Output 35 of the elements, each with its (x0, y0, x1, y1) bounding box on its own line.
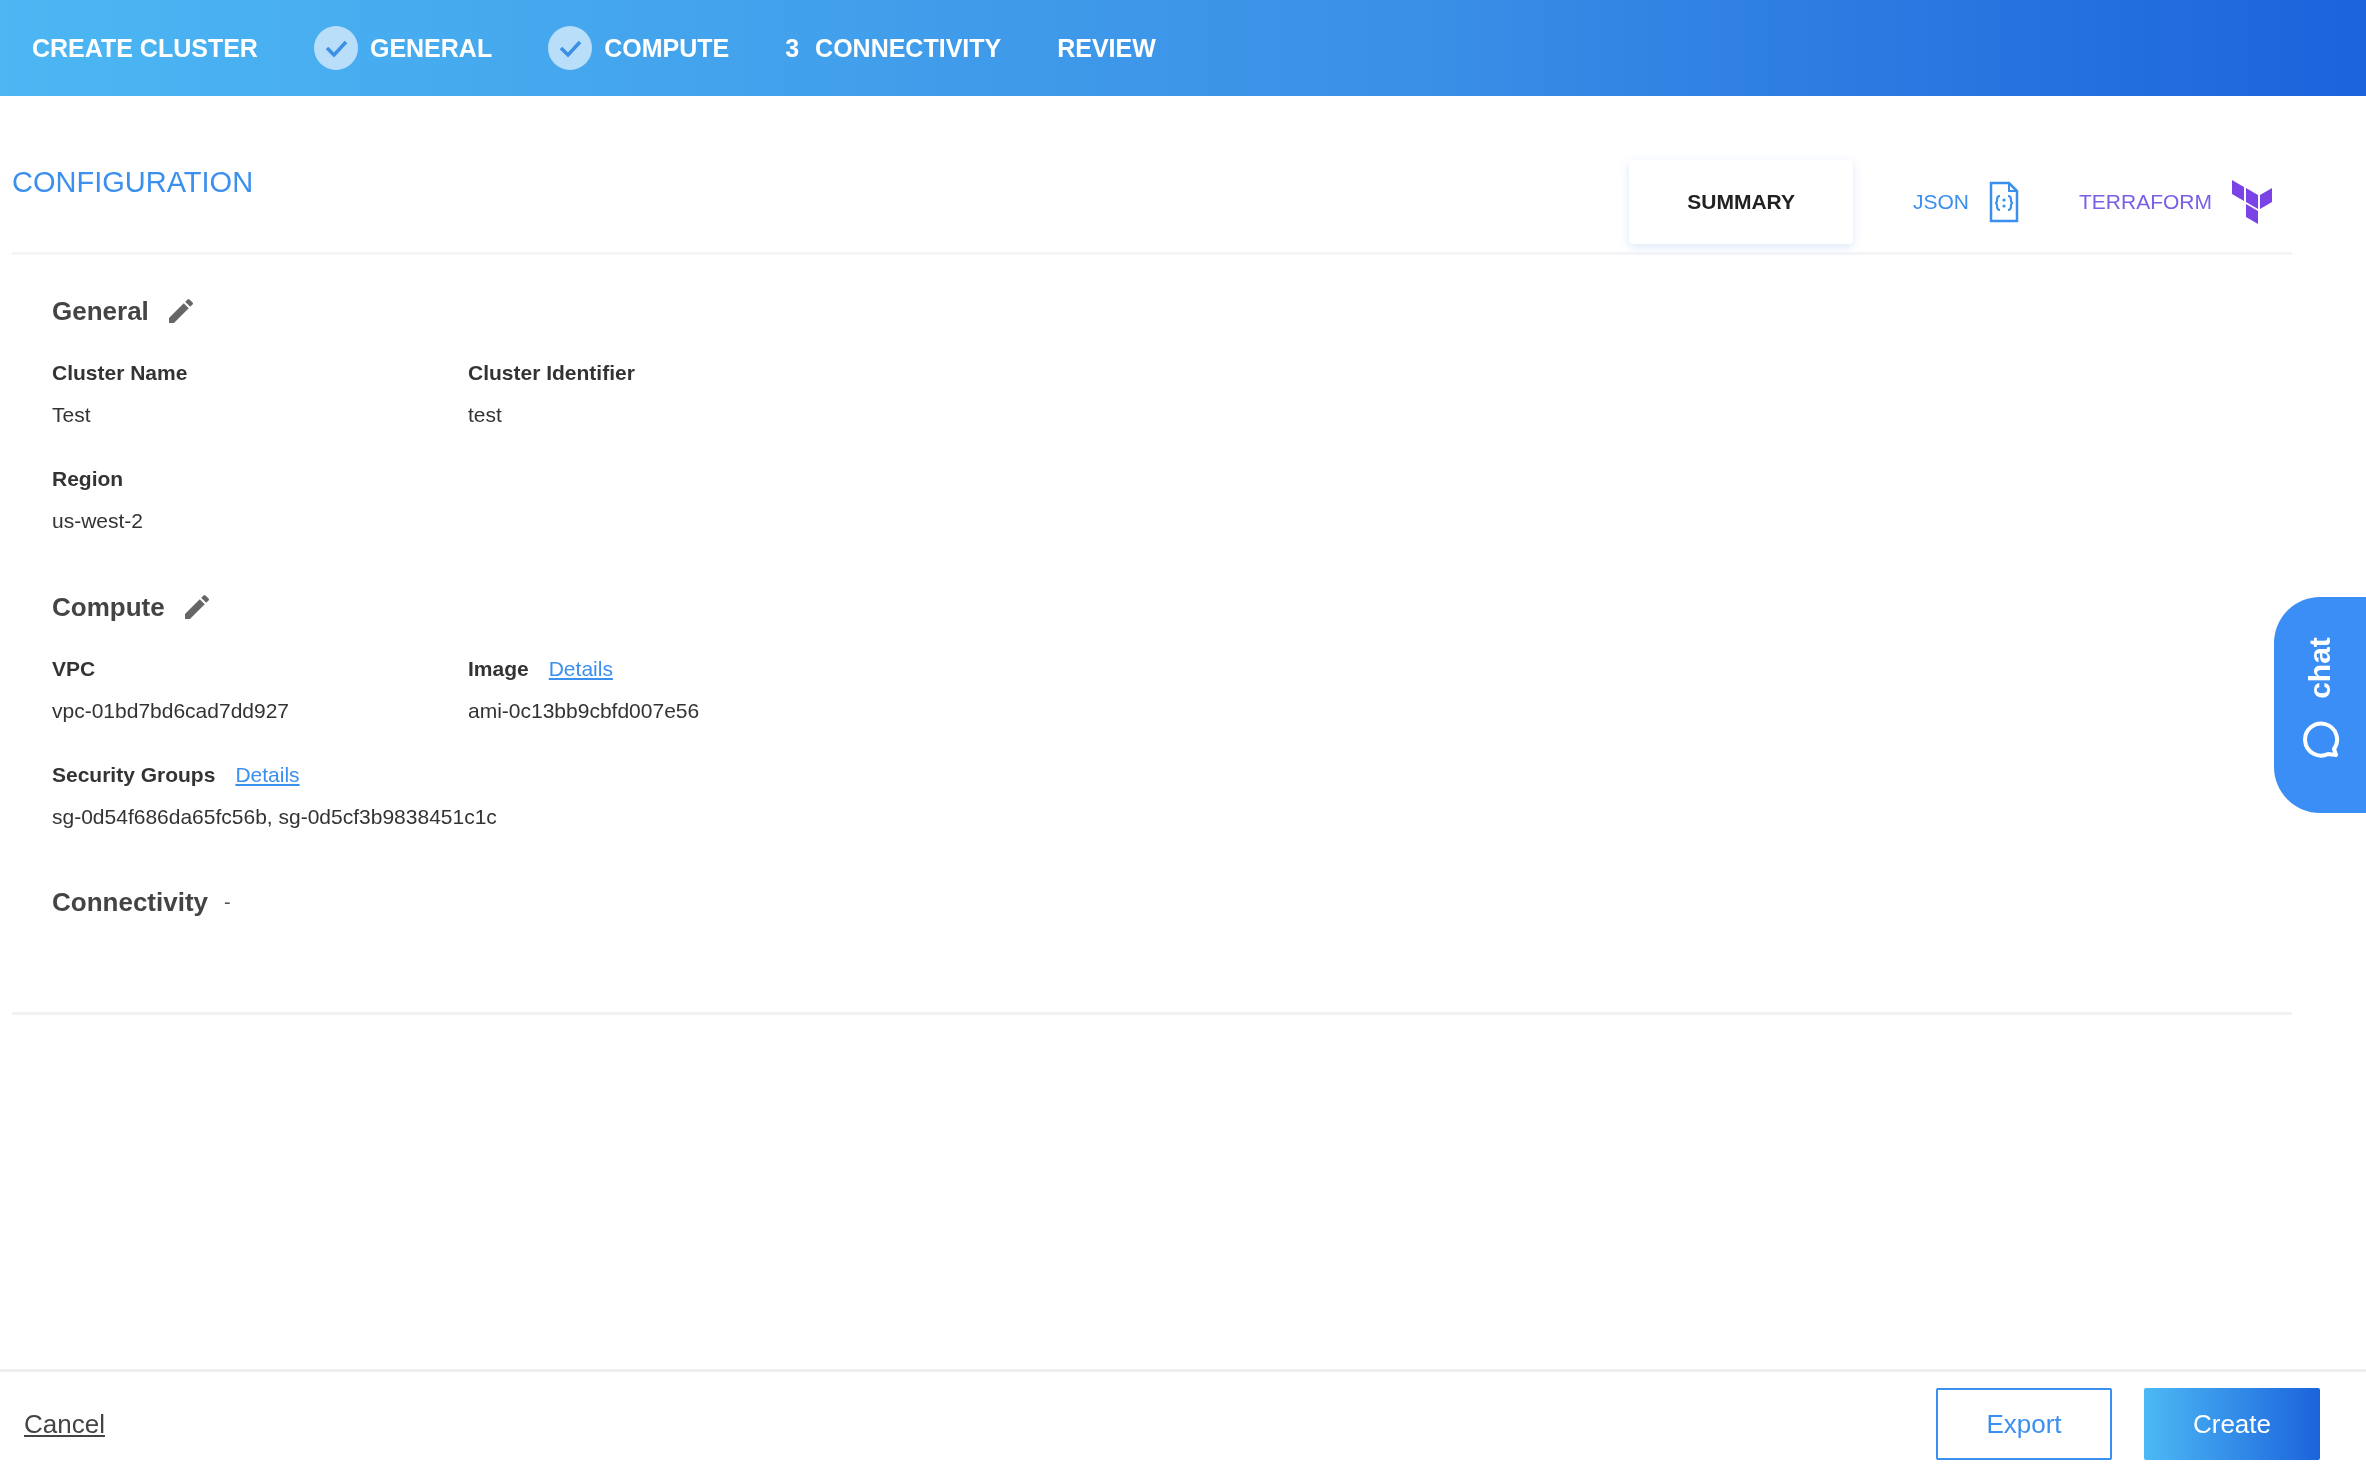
empty-note: - (224, 891, 231, 914)
details-link[interactable]: Details (235, 763, 300, 787)
field-label: Cluster Name (52, 361, 188, 385)
check-icon (313, 26, 358, 70)
step-label[interactable]: COMPUTE (604, 33, 730, 63)
step-number: 3 (785, 33, 800, 63)
json-file-icon (1989, 181, 2019, 223)
step-label[interactable]: REVIEW (1057, 33, 1156, 63)
view-tab[interactable]: SUMMARY (1629, 160, 1853, 244)
field-label: Image (468, 657, 529, 681)
field-value: sg-0d54f686da65fc56b, sg-0d5cf3b9838451c1c (52, 805, 498, 829)
chat-bubble-icon (2300, 719, 2340, 759)
check-icon (548, 26, 593, 70)
field-label: Region (52, 467, 124, 491)
section-heading: Connectivity (52, 887, 209, 918)
step-label[interactable]: CONNECTIVITY (815, 33, 1002, 63)
details-link[interactable]: Details (548, 657, 613, 681)
create-button[interactable]: Create (2144, 1388, 2320, 1460)
field-value: test (468, 403, 503, 427)
wizard-title: CREATE CLUSTER (32, 33, 258, 63)
section-title: CONFIGURATION (12, 166, 254, 199)
field-label: Security Groups (52, 763, 216, 787)
chat-button[interactable]: chat (2274, 597, 2366, 813)
field-value: Test (52, 403, 92, 427)
export-button[interactable]: Export (1936, 1388, 2112, 1460)
section-heading: General (52, 295, 149, 327)
field-label: Cluster Identifier (468, 361, 635, 385)
section-heading: Compute (52, 591, 165, 623)
step-label[interactable]: GENERAL (369, 33, 493, 63)
terraform-logo-icon (2232, 180, 2272, 224)
cancel-link[interactable]: Cancel (24, 1408, 105, 1440)
field-label: VPC (52, 657, 96, 681)
field-value: us-west-2 (52, 509, 145, 533)
field-value: ami-0c13bb9cbfd007e56 (468, 699, 701, 723)
field-value: vpc-01bd7bd6cad7dd927 (52, 699, 291, 723)
